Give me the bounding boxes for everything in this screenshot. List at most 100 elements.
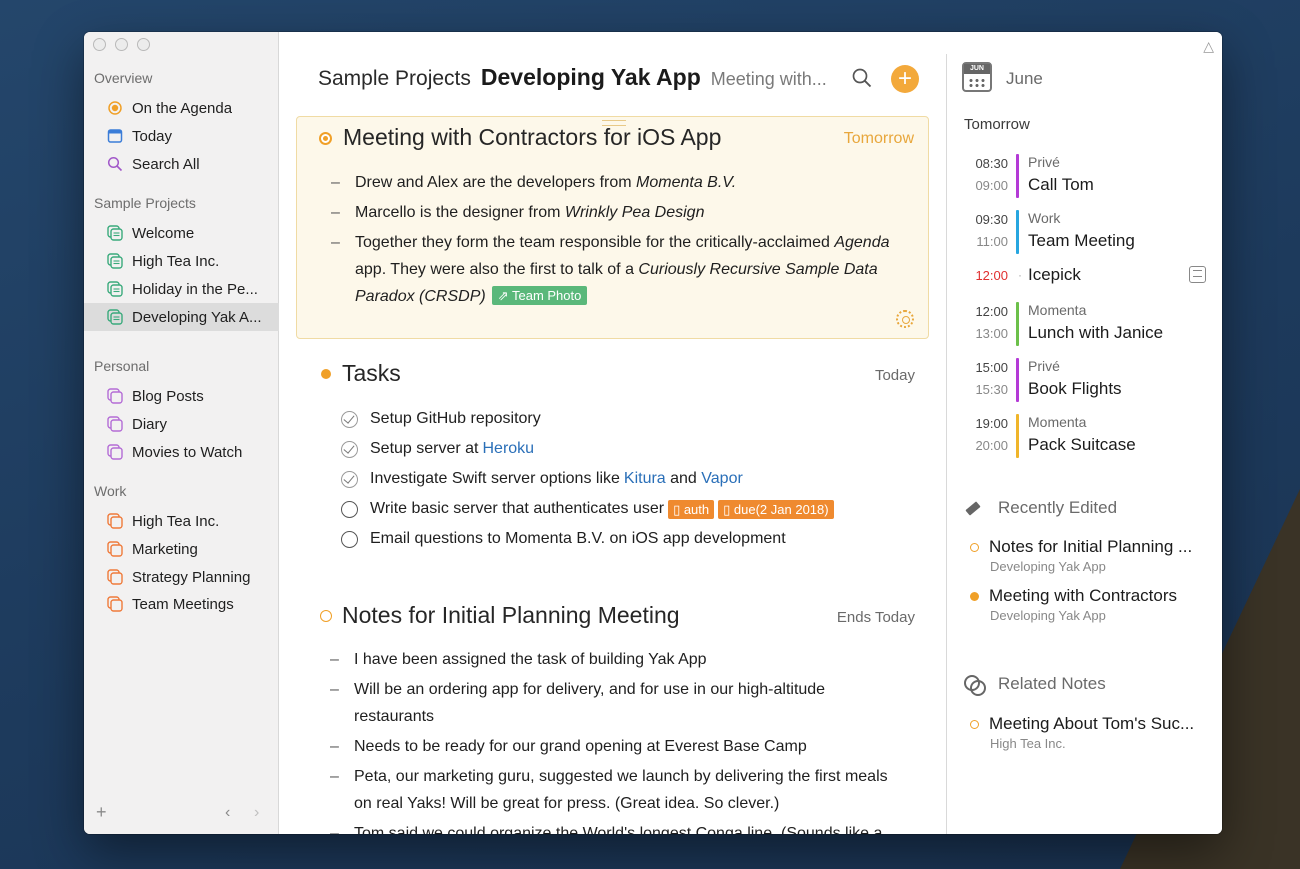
sidebar-item-label: High Tea Inc. (132, 252, 220, 270)
tag-auth[interactable]: ▯ auth (668, 499, 715, 519)
close-window-button[interactable] (93, 38, 106, 51)
related-notes-icon (964, 675, 986, 696)
calendar-icon: JUN (962, 62, 992, 92)
sidebar-item-developing-yak-app[interactable]: Developing Yak A... (84, 303, 279, 331)
sidebar-item-search-all[interactable]: Search All (84, 150, 279, 178)
list-item[interactable]: – Will be an ordering app for delivery, … (330, 676, 850, 730)
link[interactable]: Heroku (483, 440, 535, 458)
task-item[interactable]: Investigate Swift server options like Ki… (341, 464, 743, 494)
linked-note-icon[interactable] (1189, 266, 1206, 283)
pencil-icon (964, 499, 982, 517)
project-notebook-icon (107, 309, 123, 325)
sidebar-item-label: Developing Yak A... (132, 308, 262, 326)
task-item[interactable]: Setup server at Heroku (341, 434, 534, 464)
app-window: Overview On the Agenda Today Search All … (84, 32, 1222, 834)
calendar-event[interactable]: 15:00 15:30 Privé Book Flights (964, 358, 1214, 402)
calendar-event[interactable]: 19:00 20:00 Momenta Pack Suitcase (964, 414, 1214, 458)
project-notebook-icon (107, 225, 123, 241)
related-note-item[interactable]: Meeting About Tom's Suc... High Tea Inc. (970, 714, 1220, 754)
sidebar-item-today[interactable]: Today (84, 122, 279, 150)
link[interactable]: Kitura (624, 470, 666, 488)
calendar-event[interactable]: 12:00 13:00 Momenta Lunch with Janice (964, 302, 1214, 346)
note-title[interactable]: Tasks (342, 360, 401, 387)
navigate-back-button[interactable]: ‹ (225, 804, 230, 822)
link[interactable]: Vapor (701, 470, 743, 488)
sidebar-item-team-meetings[interactable]: Team Meetings (84, 590, 279, 618)
calendar-today-icon (107, 128, 123, 144)
sidebar-item-movies-to-watch[interactable]: Movies to Watch (84, 438, 279, 466)
attachment-tag[interactable]: ⇗ Team Photo (491, 286, 588, 305)
panel-divider (946, 54, 947, 834)
search-icon[interactable] (852, 68, 872, 88)
note-tasks[interactable]: Tasks Today Setup GitHub repository Setu… (296, 350, 929, 570)
list-item[interactable]: – Drew and Alex are the developers from … (331, 169, 901, 196)
task-item[interactable]: Setup GitHub repository (341, 404, 541, 434)
checkbox-checked-icon[interactable] (341, 470, 358, 488)
minimize-window-button[interactable] (115, 38, 128, 51)
task-item[interactable]: Write basic server that authenticates us… (341, 494, 834, 524)
project-notebook-icon (107, 596, 123, 612)
zoom-window-button[interactable] (137, 38, 150, 51)
checkbox-unchecked-icon[interactable] (341, 500, 358, 518)
status-dot-icon (970, 592, 979, 601)
sidebar-item-welcome[interactable]: Welcome (84, 219, 279, 247)
list-item[interactable]: – I have been assigned the task of build… (330, 646, 900, 673)
project-notebook-icon (107, 253, 123, 269)
page-title: Developing Yak App (480, 64, 701, 90)
collapse-panel-icon[interactable]: △ (1203, 38, 1214, 55)
breadcrumb-current-note[interactable]: Meeting with... (711, 69, 827, 90)
navigate-forward-button[interactable]: › (254, 804, 259, 822)
calendar-event[interactable]: 12:00 · Icepick (964, 264, 1214, 288)
checkbox-checked-icon[interactable] (341, 410, 358, 428)
status-dot-icon (321, 369, 331, 379)
project-notebook-icon (107, 569, 123, 585)
sidebar-item-label: Movies to Watch (132, 443, 243, 461)
calendar-event[interactable]: 09:30 11:00 Work Team Meeting (964, 210, 1214, 254)
event-color-bar (1016, 358, 1019, 402)
sidebar-item-blog-posts[interactable]: Blog Posts (84, 382, 279, 410)
sidebar-item-high-tea-inc[interactable]: High Tea Inc. (84, 247, 279, 275)
list-item[interactable]: – Marcello is the designer from Wrinkly … (331, 199, 901, 226)
add-note-button[interactable]: + (891, 65, 919, 93)
sidebar: Overview On the Agenda Today Search All … (84, 32, 279, 834)
note-date[interactable]: Tomorrow (844, 130, 914, 148)
list-item[interactable]: – Together they form the team responsibl… (331, 229, 901, 310)
list-item[interactable]: – Peta, our marketing guru, suggested we… (330, 763, 890, 817)
calendar-event[interactable]: 08:30 09:00 Privé Call Tom (964, 154, 1214, 198)
sidebar-footer: + ‹ › (84, 802, 279, 826)
sidebar-item-label: Blog Posts (132, 387, 204, 405)
calendar-month[interactable]: June (1006, 69, 1043, 89)
breadcrumb-project[interactable]: Sample Projects (318, 67, 471, 91)
settings-gear-icon[interactable] (896, 310, 914, 328)
note-initial-planning-meeting[interactable]: Notes for Initial Planning Meeting Ends … (296, 592, 929, 834)
note-title[interactable]: Meeting with Contractors for iOS App (343, 124, 721, 151)
sidebar-item-label: On the Agenda (132, 99, 233, 117)
task-item[interactable]: Email questions to Momenta B.V. on iOS a… (341, 524, 786, 554)
sidebar-item-on-the-agenda[interactable]: On the Agenda (84, 94, 279, 122)
sidebar-item-diary[interactable]: Diary (84, 410, 279, 438)
note-date[interactable]: Ends Today (837, 609, 915, 626)
sidebar-item-label: Today (132, 127, 173, 145)
note-date[interactable]: Today (875, 367, 915, 384)
sidebar-item-work-high-tea-inc[interactable]: High Tea Inc. (84, 507, 279, 535)
recent-note-item[interactable]: Meeting with Contractors Developing Yak … (970, 586, 1220, 626)
breadcrumb: Sample Projects Developing Yak App Meeti… (318, 64, 827, 91)
note-title[interactable]: Notes for Initial Planning Meeting (342, 602, 680, 629)
checkbox-checked-icon[interactable] (341, 440, 358, 458)
window-controls (93, 38, 150, 51)
agenda-status-icon[interactable] (319, 132, 332, 145)
sidebar-item-strategy-planning[interactable]: Strategy Planning (84, 563, 279, 591)
tag-due-date[interactable]: ▯ due(2 Jan 2018) (718, 499, 834, 519)
list-item[interactable]: – Needs to be ready for our grand openin… (330, 733, 900, 760)
status-dot-icon (970, 543, 979, 552)
list-item[interactable]: – Tom said we could organize the World's… (330, 820, 900, 834)
agenda-icon (107, 100, 123, 116)
note-meeting-with-contractors[interactable]: Meeting with Contractors for iOS App Tom… (296, 116, 929, 339)
sidebar-item-label: Search All (132, 155, 200, 173)
related-notes-header: Related Notes (964, 674, 1106, 696)
sidebar-item-holiday[interactable]: Holiday in the Pe... (84, 275, 279, 303)
add-project-button[interactable]: + (96, 802, 107, 823)
checkbox-unchecked-icon[interactable] (341, 530, 358, 548)
recent-note-item[interactable]: Notes for Initial Planning ... Developin… (970, 537, 1220, 577)
sidebar-item-marketing[interactable]: Marketing (84, 535, 279, 563)
